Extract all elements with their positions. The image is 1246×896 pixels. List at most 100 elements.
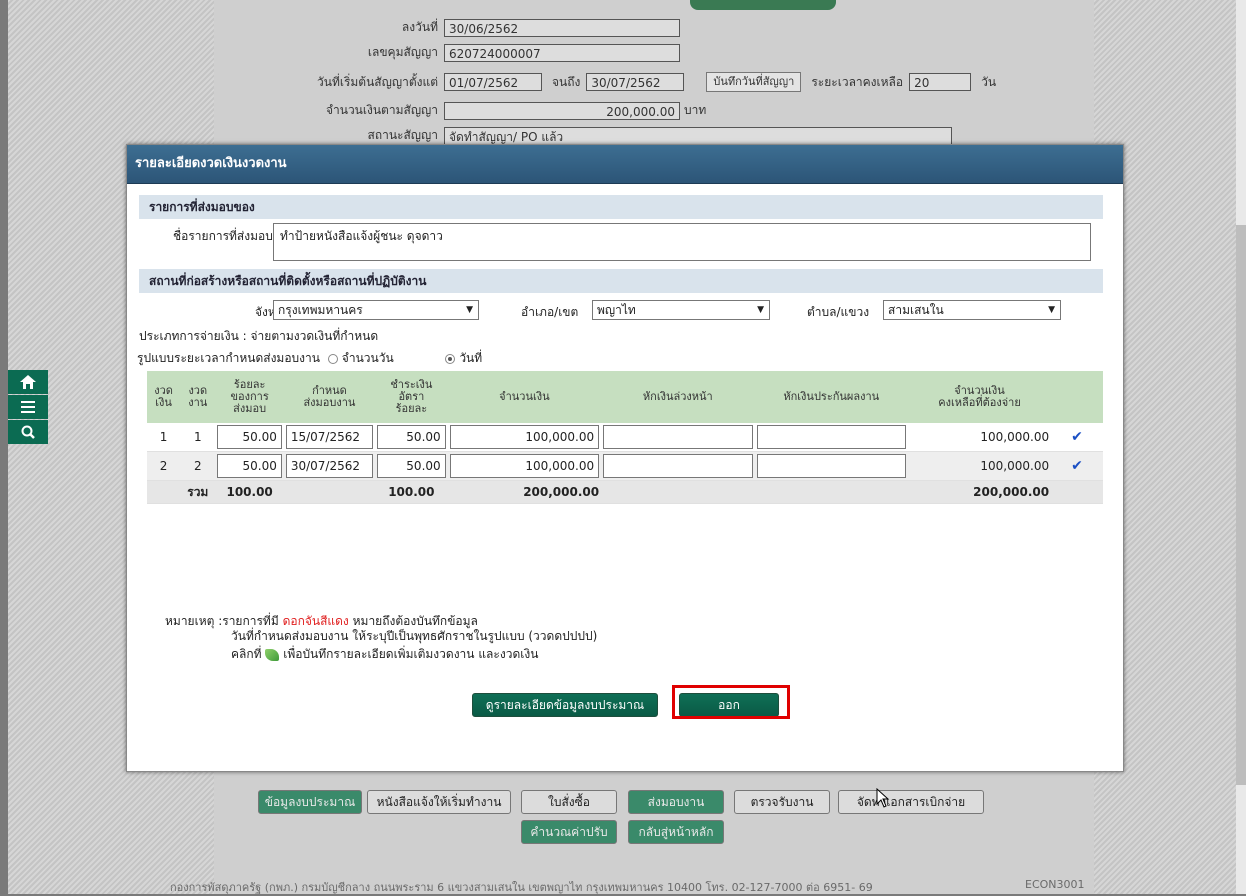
due-date-input[interactable]: 30/07/2562 bbox=[285, 454, 374, 478]
province-value: กรุงเทพมหานคร bbox=[278, 303, 363, 317]
view-budget-detail-button[interactable]: ดูรายละเอียดข้อมูลงบประมาณ bbox=[472, 693, 658, 717]
note-prefix: หมายเหตุ :รายการที่มี bbox=[165, 614, 279, 628]
delivery-item-textarea[interactable]: ทำป้ายหนังสือแจ้งผู้ชนะ ดุจดาว bbox=[273, 223, 1091, 261]
contract-status-row: สถานะสัญญา จัดทำสัญญา/ PO แล้ว bbox=[300, 126, 952, 145]
column-header: งวด งาน bbox=[180, 371, 216, 423]
sign-date-label: ลงวันที่ bbox=[401, 20, 438, 34]
note-line-2: วันที่กำหนดส่งมอบงาน ให้ระบุปีเป็นพุทธศั… bbox=[231, 629, 598, 643]
money-installment-no: 2 bbox=[147, 451, 181, 481]
table-total-row: รวม 100.00 100.00 200,000.00 200,000.00 bbox=[147, 480, 1103, 504]
amount-label: จำนวนเงินตามสัญญา bbox=[325, 103, 438, 117]
delivery-section-heading: รายการที่ส่งมอบของ bbox=[139, 195, 1103, 219]
radio-days[interactable] bbox=[327, 353, 338, 364]
work-installment-no: 1 bbox=[180, 423, 216, 452]
payment-type-text: ประเภทการจ่ายเงิน : จ่ายตามงวดเงินที่กำห… bbox=[139, 329, 379, 343]
chevron-down-icon: ▼ bbox=[757, 305, 764, 315]
pay-percent-input[interactable]: 50.00 bbox=[377, 425, 446, 449]
province-select[interactable]: กรุงเทพมหานคร ▼ bbox=[273, 300, 479, 320]
until-label: จนถึง bbox=[552, 74, 581, 89]
district-select[interactable]: พญาไท ▼ bbox=[592, 300, 770, 320]
footer-address: กองการพัสดุภาครัฐ (กพภ.) กรมบัญชีกลาง ถน… bbox=[170, 881, 873, 894]
notify-start-button[interactable]: หนังสือแจ้งให้เริ่มทำงาน bbox=[367, 790, 511, 814]
guarantee-deduction-input[interactable] bbox=[756, 454, 907, 478]
menu-button[interactable] bbox=[8, 395, 48, 419]
delivery-item-label: ชื่อรายการที่ส่งมอบ bbox=[173, 229, 273, 243]
purchase-order-button[interactable]: ใบสั่งซื้อ bbox=[521, 790, 617, 814]
home-icon bbox=[20, 375, 36, 389]
delivery-percent-input[interactable]: 50.00 bbox=[217, 425, 282, 449]
note-line-3: คลิกที่ เพื่อบันทึกรายละเอียดเพิ่มเติมงว… bbox=[231, 645, 538, 664]
scrollbar[interactable] bbox=[1236, 0, 1246, 894]
district-label: อำเภอ/เขต bbox=[521, 305, 579, 319]
edit-installment-icon[interactable]: ✔ bbox=[1071, 458, 1083, 474]
note-line3-prefix: คลิกที่ bbox=[231, 647, 262, 661]
column-header: จำนวนเงิน bbox=[447, 371, 602, 423]
search-icon bbox=[21, 425, 35, 439]
mouse-cursor-icon bbox=[876, 788, 890, 808]
advance-deduction-input[interactable] bbox=[603, 425, 753, 449]
deliver-work-button[interactable]: ส่งมอบงาน bbox=[628, 790, 724, 814]
delivery-percent-input[interactable]: 50.00 bbox=[217, 454, 282, 478]
table-header-row: งวด เงิน งวด งาน ร้อยละ ของการ ส่งมอบ กำหนด… bbox=[147, 371, 1103, 423]
inspect-work-button[interactable]: ตรวจรับงาน bbox=[734, 790, 830, 814]
edit-installment-icon[interactable]: ✔ bbox=[1071, 429, 1083, 445]
radio-date-label: วันที่ bbox=[459, 351, 483, 365]
amount-field[interactable]: 200,000.00 bbox=[444, 101, 680, 120]
guarantee-deduction-input[interactable] bbox=[756, 425, 907, 449]
contract-no-field[interactable]: 620724000007 bbox=[444, 43, 680, 62]
period-format-row: รูปแบบระยะเวลากำหนดส่งมอบงาน จำนวนวัน วั… bbox=[137, 349, 482, 368]
calculate-fine-button[interactable]: คำนวณค่าปรับ bbox=[521, 820, 617, 844]
contract-no-row: เลขคุมสัญญา 620724000007 bbox=[300, 43, 680, 62]
work-installment-no: 2 bbox=[180, 451, 216, 481]
end-date-field[interactable]: 30/07/2562 bbox=[586, 73, 685, 91]
contract-amount-row: จำนวนเงินตามสัญญา 200,000.00 บาท bbox=[300, 101, 706, 120]
period-format-label: รูปแบบระยะเวลากำหนดส่งมอบงาน bbox=[137, 351, 320, 365]
amount-input[interactable]: 100,000.00 bbox=[449, 425, 600, 449]
note-red-text: ดอกจันสีแดง bbox=[282, 614, 349, 628]
column-header: ร้อยละ ของการ ส่งมอบ bbox=[215, 371, 284, 423]
column-header: หักเงินประกันผลงาน bbox=[754, 371, 909, 423]
money-installment-no: 1 bbox=[147, 423, 181, 452]
chevron-down-icon: ▼ bbox=[466, 305, 473, 315]
budget-info-button[interactable]: ข้อมูลงบประมาณ bbox=[258, 790, 362, 814]
remaining-amount: 100,000.00 bbox=[908, 451, 1052, 481]
remaining-label: ระยะเวลาคงเหลือ bbox=[811, 74, 904, 89]
radio-date[interactable] bbox=[445, 353, 456, 364]
contract-no-label: เลขคุมสัญญา bbox=[367, 45, 438, 59]
start-date-label: วันที่เริ่มต้นสัญญาตั้งแต่ bbox=[317, 74, 438, 89]
save-contract-dates-button[interactable]: บันทึกวันที่สัญญา bbox=[706, 72, 802, 92]
total-remaining: 200,000.00 bbox=[908, 480, 1052, 504]
remaining-amount: 100,000.00 bbox=[908, 423, 1052, 452]
column-header bbox=[1051, 371, 1103, 423]
start-date-field[interactable]: 01/07/2562 bbox=[444, 73, 542, 91]
installment-detail-dialog: รายละเอียดงวดเงินงวดงาน รายการที่ส่งมอบข… bbox=[126, 144, 1124, 772]
back-home-button[interactable]: กลับสู่หน้าหลัก bbox=[628, 820, 724, 844]
subdistrict-label: ตำบล/แขวง bbox=[807, 305, 870, 319]
column-header: งวด เงิน bbox=[147, 371, 181, 423]
sign-date-field[interactable]: 30/06/2562 bbox=[444, 18, 680, 37]
home-button[interactable] bbox=[8, 370, 48, 394]
status-field[interactable]: จัดทำสัญญา/ PO แล้ว bbox=[444, 126, 952, 145]
footer-code: ECON3001 bbox=[1025, 878, 1085, 891]
installment-table: งวด เงิน งวด งาน ร้อยละ ของการ ส่งมอบ กำหนด… bbox=[147, 371, 1103, 504]
search-button[interactable] bbox=[8, 420, 48, 444]
column-header: หักเงินล่วงหน้า bbox=[601, 371, 755, 423]
advance-deduction-input[interactable] bbox=[603, 454, 753, 478]
pay-percent-input[interactable]: 50.00 bbox=[377, 454, 446, 478]
amount-input[interactable]: 100,000.00 bbox=[449, 454, 600, 478]
radio-days-label: จำนวนวัน bbox=[341, 351, 394, 365]
edit-note-icon bbox=[265, 648, 280, 661]
subdistrict-select[interactable]: สามเสนใน ▼ bbox=[883, 300, 1061, 320]
scrollbar-thumb[interactable] bbox=[1236, 225, 1246, 785]
disbursement-doc-button[interactable]: จัดทำเอกสารเบิกจ่าย bbox=[838, 790, 984, 814]
location-section-heading: สถานที่ก่อสร้างหรือสถานที่ติดตั้งหรือสถา… bbox=[139, 269, 1103, 293]
column-header: จำนวนเงิน คงเหลือที่ต้องจ่าย bbox=[908, 371, 1052, 423]
quick-nav-sidebar bbox=[8, 370, 48, 445]
contract-period-row: วันที่เริ่มต้นสัญญาตั้งแต่ 01/07/2562 จน… bbox=[240, 72, 996, 92]
due-date-input[interactable]: 15/07/2562 bbox=[285, 425, 374, 449]
top-button-edge[interactable] bbox=[690, 0, 836, 10]
note-suffix: หมายถึงต้องบันทึกข้อมูล bbox=[352, 614, 478, 628]
column-header: กำหนด ส่งมอบงาน bbox=[283, 371, 376, 423]
chevron-down-icon: ▼ bbox=[1048, 305, 1055, 315]
remaining-days-field[interactable]: 20 bbox=[909, 73, 972, 91]
